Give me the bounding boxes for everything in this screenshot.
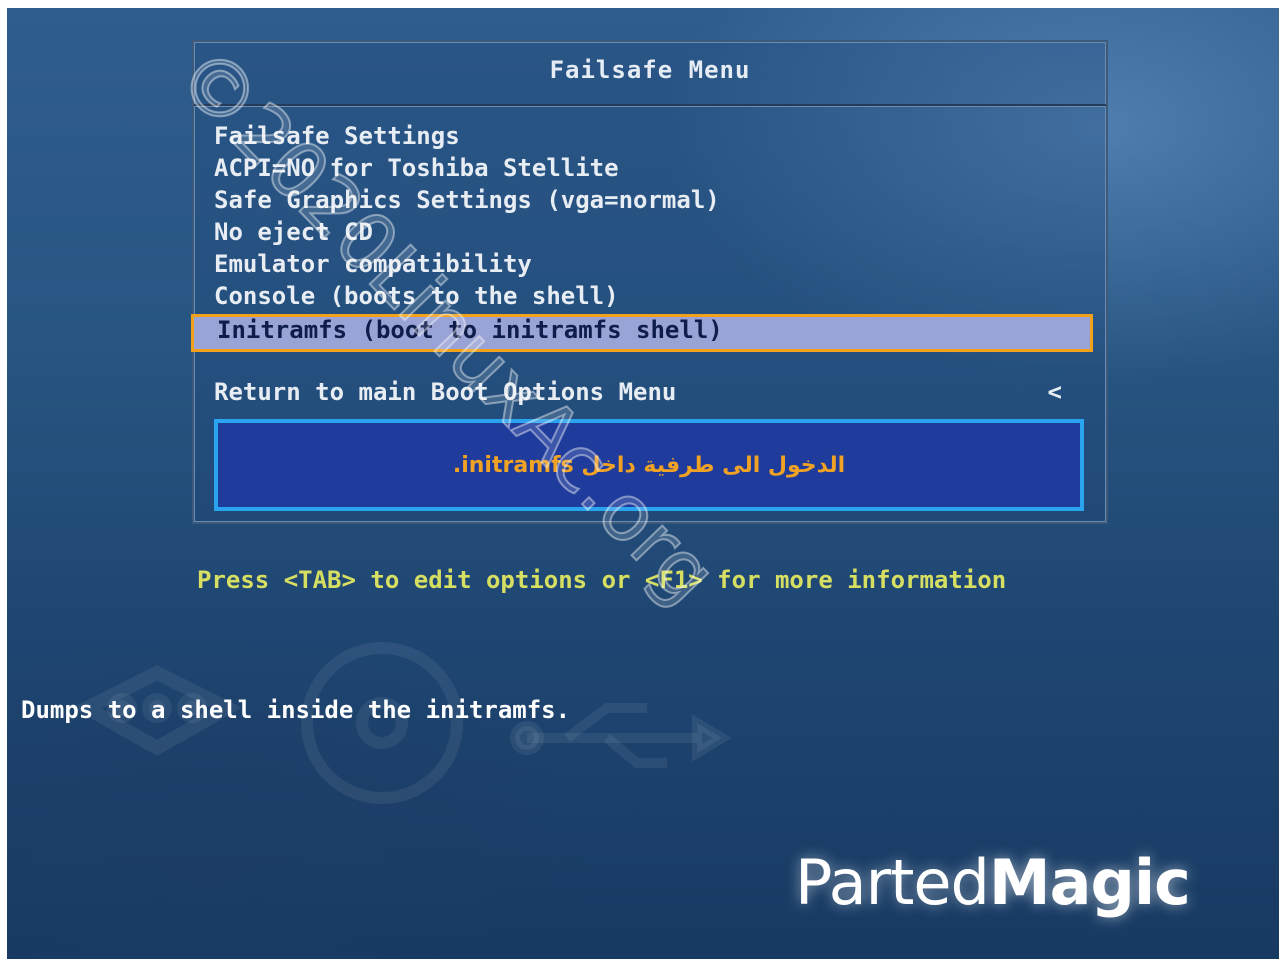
partedmagic-logo: PartedMagic (795, 846, 1191, 919)
return-label: Return to main Boot Options Menu (214, 378, 677, 406)
menu-item-safe-graphics[interactable]: Safe Graphics Settings (vga=normal) (214, 184, 1084, 216)
menu-item-failsafe-settings[interactable]: Failsafe Settings (214, 120, 1084, 152)
menu-item-console[interactable]: Console (boots to the shell) (214, 280, 1084, 312)
logo-part-light: Parted (795, 846, 990, 919)
logo-part-bold: Magic (988, 846, 1191, 919)
menu-item-emulator-compat[interactable]: Emulator compatibility (214, 248, 1084, 280)
menu-title: Failsafe Menu (549, 56, 751, 84)
failsafe-menu: Failsafe Menu Failsafe Settings ACPI=NO … (191, 40, 1108, 524)
title-divider (194, 104, 1106, 107)
key-hint: Press <TAB> to edit options or <F1> for … (197, 566, 1007, 594)
menu-item-acpi-no[interactable]: ACPI=NO for Toshiba Stellite (214, 152, 1084, 184)
menu-item-return-main[interactable]: Return to main Boot Options Menu < (214, 376, 1084, 408)
boot-screen: Failsafe Menu Failsafe Settings ACPI=NO … (7, 8, 1279, 959)
chevron-left-icon: < (1047, 378, 1062, 406)
help-text: الدخول الى طرفية داخل initramfs. (452, 452, 846, 478)
menu-item-no-eject-cd[interactable]: No eject CD (214, 216, 1084, 248)
menu-item-initramfs[interactable]: Initramfs (boot to initramfs shell) (191, 314, 1093, 352)
item-description: Dumps to a shell inside the initramfs. (21, 696, 571, 724)
help-box: الدخول الى طرفية داخل initramfs. (214, 419, 1084, 511)
